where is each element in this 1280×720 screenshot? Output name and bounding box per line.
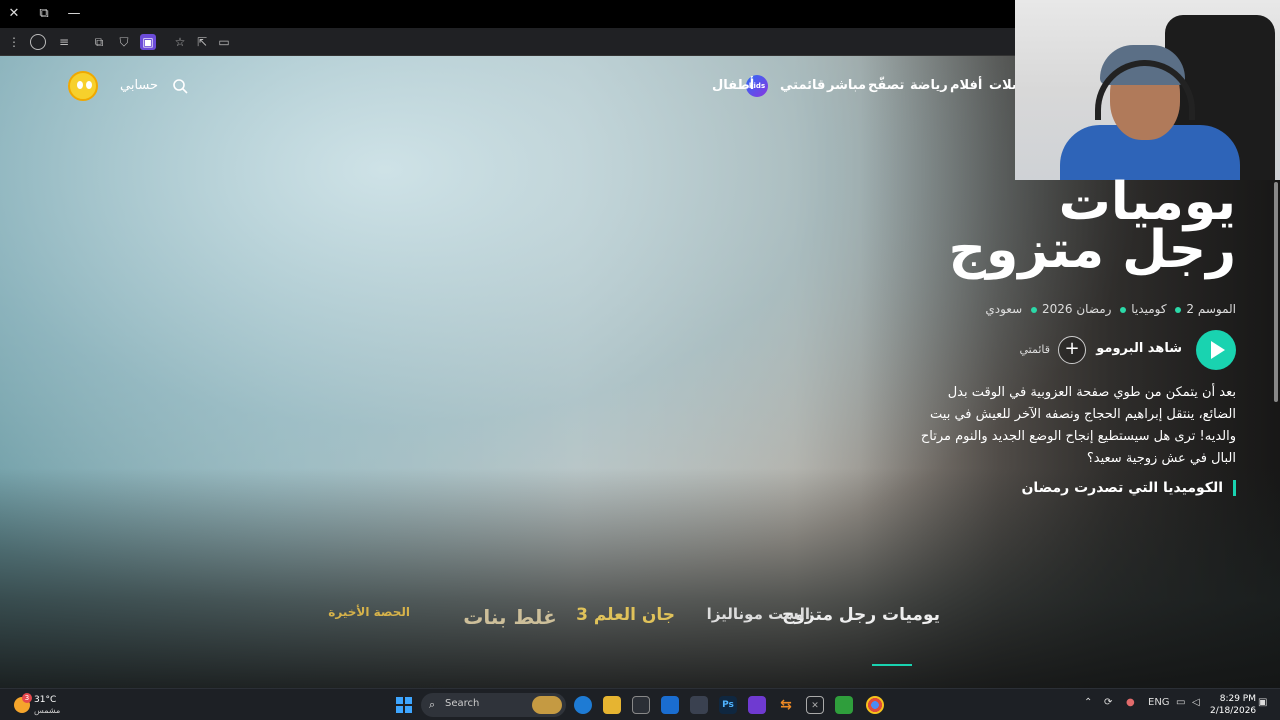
thumbnail-item[interactable]: غلط بنات	[455, 605, 565, 655]
top-navigation: سلات أفلام رياضة تصفّح مباشر قائمتي kids…	[0, 56, 1025, 116]
weather-temp: 31°C	[34, 695, 57, 705]
clock-time: 8:29 PM	[1219, 694, 1256, 704]
show-description: بعد أن يتمكن من طوي صفحة العزوبية في الو…	[920, 385, 1236, 466]
play-promo-button[interactable]	[1196, 330, 1236, 370]
nav-sports[interactable]: رياضة	[910, 78, 948, 93]
nav-kids[interactable]: أطفال	[712, 78, 754, 93]
store-icon[interactable]	[632, 696, 650, 714]
my-list-label: قائمتي	[1019, 343, 1050, 356]
edge-icon[interactable]	[574, 696, 592, 714]
twitch-icon[interactable]: ▣	[140, 34, 156, 50]
reading-list-icon[interactable]: ≡	[56, 34, 72, 50]
outlook-icon[interactable]	[661, 696, 679, 714]
language-indicator[interactable]: ENG	[1148, 697, 1170, 708]
browser-toolbar: ⋮ ≡ ⧉ ⛉ ▣ ☆ ⇱ ▭	[0, 28, 1015, 56]
file-explorer-icon[interactable]	[603, 696, 621, 714]
chrome-icon[interactable]	[866, 696, 884, 714]
calculator-icon[interactable]	[690, 696, 708, 714]
screen: ✕ ⧉ — ⋮ ≡ ⧉ ⛉ ▣ ☆ ⇱ ▭ سلات أفلام رياضة ت…	[0, 0, 1280, 720]
meta-country: سعودي	[985, 302, 1023, 316]
add-to-list-button[interactable]: +	[1058, 336, 1086, 364]
show-title-logo: يوميات رجل متزوج	[946, 176, 1237, 290]
microphone-icon[interactable]: ●	[1126, 697, 1135, 708]
puzzle-icon[interactable]: ⧉	[91, 34, 107, 50]
dot-icon	[1030, 306, 1037, 313]
title-line-2: رجل متزوج	[948, 220, 1237, 280]
nav-my-list[interactable]: قائمتي	[780, 78, 825, 93]
volume-icon[interactable]: ◁	[1192, 697, 1200, 708]
chevron-up-icon[interactable]: ⌃	[1084, 697, 1092, 708]
weather-desc: مشمس	[34, 706, 61, 715]
star-icon[interactable]: ☆	[172, 34, 188, 50]
clock-date: 2/18/2026	[1210, 706, 1257, 716]
screenshot-icon[interactable]: ▭	[216, 34, 232, 50]
meta-year: رمضان 2026	[1041, 302, 1112, 316]
webcam-overlay	[1015, 0, 1280, 180]
show-actions: شاهد البرومو + قائمتي	[996, 330, 1236, 370]
system-clock[interactable]: 8:29 PM 2/18/2026	[1210, 693, 1256, 717]
avatar[interactable]	[68, 71, 98, 101]
search-highlight-icon	[532, 696, 562, 714]
show-meta: الموسم 2 كوميديا رمضان 2026 سعودي	[985, 302, 1236, 316]
thumbnail-item[interactable]: جان العلم 3	[576, 605, 675, 655]
taskbar-search[interactable]: ⌕ Search	[421, 693, 566, 717]
thumbnail-item[interactable]: الست موناليزا	[707, 605, 810, 655]
account-menu[interactable]: حسابي ⌄	[66, 78, 159, 93]
meta-genre: كوميديا	[1131, 302, 1167, 316]
search-icon[interactable]	[172, 78, 188, 94]
thumbnail-item[interactable]: الحصة الأخيرة	[328, 605, 410, 655]
extension-icon[interactable]	[30, 34, 46, 50]
thumbnail-item[interactable]: يوميات رجل متزوج	[782, 605, 940, 655]
search-icon: ⌕	[429, 698, 436, 711]
dot-icon	[1175, 306, 1182, 313]
scrollbar[interactable]	[1274, 182, 1278, 402]
notification-icon[interactable]: ▣	[1258, 697, 1267, 708]
show-tagline: الكوميديا التي تصدرت رمضان	[1021, 480, 1236, 496]
windows-taskbar: 3 31°C مشمس ⌕ Search Ps ⇆ ✕ ⌃ ⟳ ● ENG ▭	[0, 688, 1280, 720]
nvidia-icon[interactable]	[835, 696, 853, 714]
windows-start-icon[interactable]	[396, 697, 412, 713]
notification-badge: 3	[22, 693, 32, 703]
dot-icon	[1120, 306, 1127, 313]
close-window-icon[interactable]: ✕	[4, 4, 24, 24]
minimize-window-icon[interactable]: —	[64, 4, 84, 24]
nav-browse[interactable]: تصفّح	[868, 78, 904, 93]
restore-window-icon[interactable]: ⧉	[34, 4, 54, 24]
x-box-icon[interactable]: ✕	[806, 696, 824, 714]
network-icon[interactable]: ▭	[1176, 697, 1185, 708]
nav-live[interactable]: مباشر	[827, 78, 866, 93]
active-indicator	[872, 664, 912, 666]
sync-icon[interactable]: ⟳	[1104, 697, 1112, 708]
meta-season: الموسم 2	[1186, 302, 1236, 316]
media-icon[interactable]	[748, 696, 766, 714]
account-label: حسابي	[120, 78, 159, 93]
menu-dots-icon[interactable]: ⋮	[6, 34, 22, 50]
share-icon[interactable]: ⇱	[194, 34, 210, 50]
shield-icon[interactable]: ⛉	[116, 34, 132, 50]
nav-movies[interactable]: أفلام	[950, 78, 982, 93]
photoshop-icon[interactable]: Ps	[719, 696, 737, 714]
swap-icon[interactable]: ⇆	[777, 696, 795, 714]
play-icon	[1211, 341, 1225, 359]
weather-widget[interactable]: 3 31°C مشمس	[12, 693, 72, 717]
browser-titlebar: ✕ ⧉ —	[0, 0, 1015, 28]
promo-label[interactable]: شاهد البرومو	[1096, 341, 1182, 356]
taskbar-search-label: Search	[445, 698, 480, 709]
